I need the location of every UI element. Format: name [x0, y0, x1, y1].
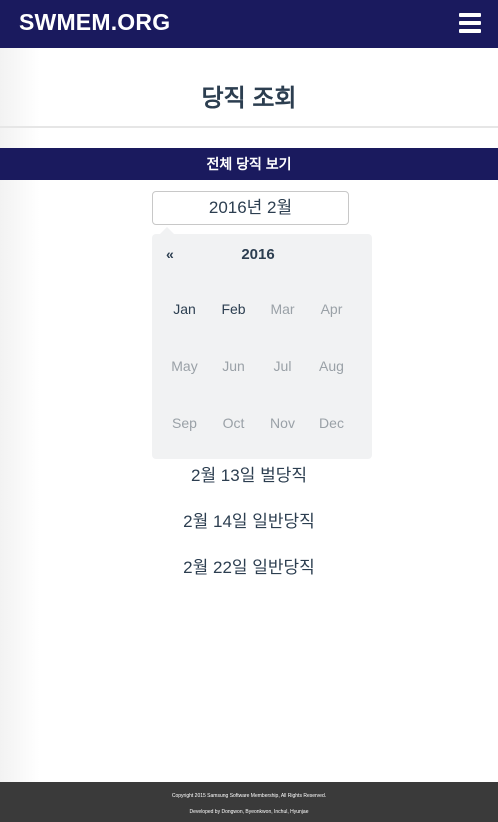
month-input[interactable]: 2016년 2월 — [152, 191, 349, 225]
month-jun[interactable]: Jun — [209, 338, 258, 395]
month-apr[interactable]: Apr — [307, 281, 356, 338]
footer-copyright: Copyright 2015 Samsung Software Membersh… — [171, 793, 327, 799]
month-feb[interactable]: Feb — [209, 281, 258, 338]
footer-developers: Developed by Dongwon, Byeonkwon, Inchul,… — [189, 809, 309, 815]
brand-logo[interactable]: SWMEM.ORG — [19, 9, 170, 36]
month-grid: Jan Feb Mar Apr May Jun Jul Aug Sep Oct Nov Dec — [160, 281, 356, 452]
month-dec[interactable]: Dec — [307, 395, 356, 452]
month-aug[interactable]: Aug — [307, 338, 356, 395]
picker-caret — [160, 227, 174, 234]
duty-item[interactable]: 2월 13일 벌당직 — [0, 460, 498, 506]
month-oct[interactable]: Oct — [209, 395, 258, 452]
footer: Copyright 2015 Samsung Software Membersh… — [0, 782, 498, 822]
divider — [0, 126, 498, 128]
month-nov[interactable]: Nov — [258, 395, 307, 452]
duty-item[interactable]: 2월 22일 일반당직 — [0, 552, 498, 598]
month-mar[interactable]: Mar — [258, 281, 307, 338]
month-picker: 2016 « Jan Feb Mar Apr May Jun Jul Aug Sep Oct Nov… — [152, 234, 372, 459]
page-title: 당직 조회 — [201, 85, 297, 112]
prev-year-button[interactable]: « — [166, 246, 174, 262]
picker-year[interactable]: 2016 — [152, 246, 364, 263]
month-sep[interactable]: Sep — [160, 395, 209, 452]
view-all-duties-button[interactable]: 전체 당직 보기 — [0, 148, 498, 180]
duty-list: 2월 13일 벌당직 2월 14일 일반당직 2월 22일 일반당직 — [0, 460, 498, 598]
month-jul[interactable]: Jul — [258, 338, 307, 395]
top-navbar: SWMEM.ORG — [0, 0, 498, 48]
month-jan[interactable]: Jan — [160, 281, 209, 338]
duty-item[interactable]: 2월 14일 일반당직 — [0, 506, 498, 552]
hamburger-icon[interactable] — [459, 13, 481, 33]
month-may[interactable]: May — [160, 338, 209, 395]
